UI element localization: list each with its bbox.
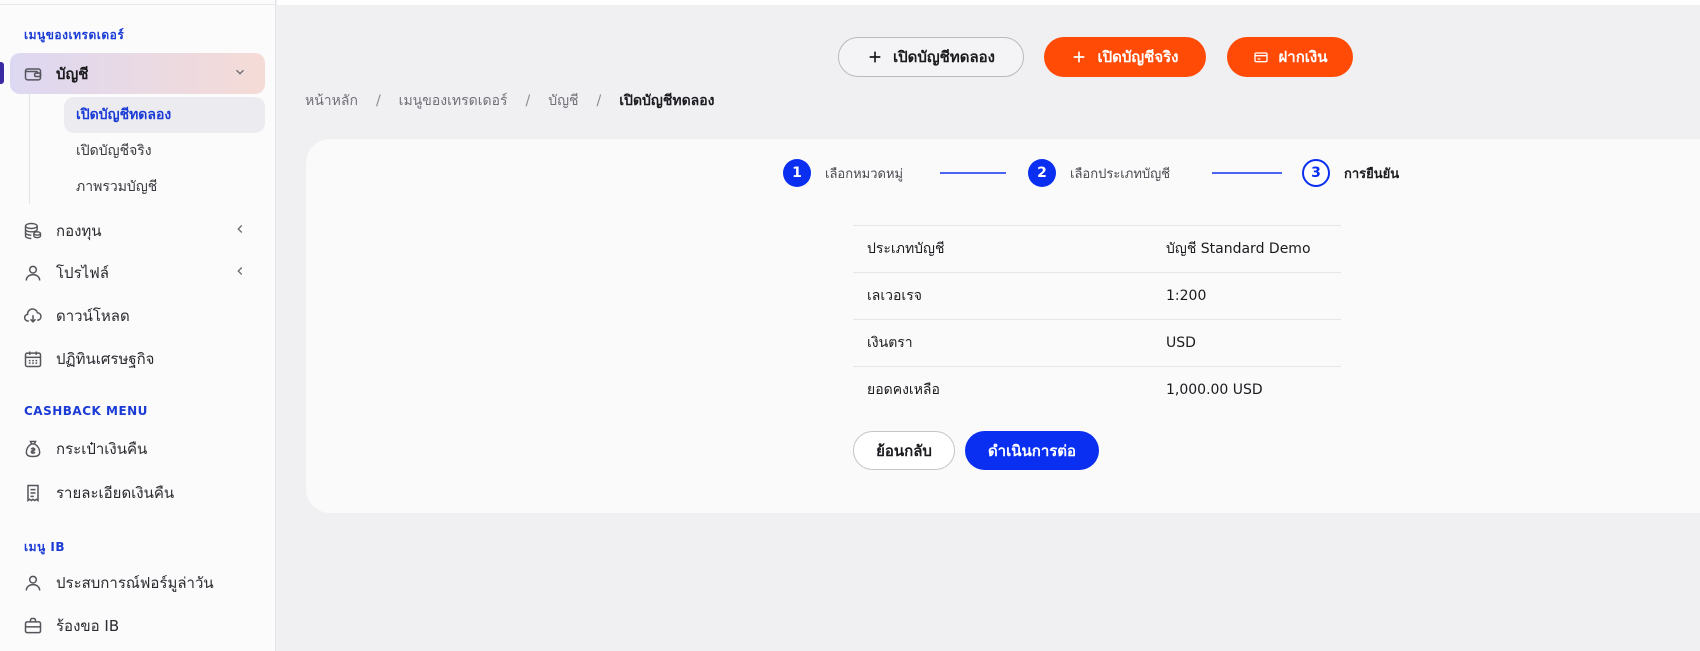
section-cashback-menu: CASHBACK MENU [24,404,148,418]
breadcrumb-current: เปิดบัญชีทดลอง [619,93,715,109]
sidebar-item-label: รายละเอียดเงินคืน [56,483,175,502]
step-number-2: 2 [1028,159,1056,187]
calendar-icon [22,348,44,370]
breadcrumb-account[interactable]: บัญชี [548,90,578,112]
back-button[interactable]: ย้อนกลับ [853,431,955,470]
row-value: 1:200 [1166,288,1207,304]
continue-button[interactable]: ดำเนินการต่อ [965,431,1099,470]
sidebar-item-cashback-details[interactable]: รายละเอียดเงินคืน [10,472,265,513]
coins-icon [22,220,44,242]
deposit-button[interactable]: ฝากเงิน [1227,37,1353,77]
plus-icon [869,51,881,63]
sidebar-item-ib-request[interactable]: ร้องขอ IB [10,605,265,646]
row-key: ยอดคงเหลือ [867,382,940,398]
open-demo-account-label: เปิดบัญชีทดลอง [892,48,996,66]
sidebar-subitem-account-overview[interactable]: ภาพรวมบัญชี [64,169,265,205]
breadcrumb-trader-menu[interactable]: เมนูของเทรดเดอร์ [399,90,508,112]
credit-card-icon [1253,52,1268,63]
row-value: USD [1166,335,1196,351]
section-trader-menu: เมนูของเทรดเดอร์ [24,28,125,42]
table-row: เงินตรา USD [853,319,1341,366]
receipt-icon [22,482,44,504]
step-connector [1212,172,1282,174]
sidebar-item-label: โปรไฟล์ [56,263,109,282]
chevron-left-icon[interactable] [233,222,247,236]
step-label: การยืนยัน [1344,166,1400,182]
sidebar-subitem-open-real[interactable]: เปิดบัญชีจริง [64,133,265,169]
table-row: ยอดคงเหลือ 1,000.00 USD [853,366,1341,413]
step-label: เลือกประเภทบัญชี [1070,166,1171,182]
sidebar-item-label: บัญชี [56,64,89,83]
money-bag-icon [22,438,44,460]
row-value: 1,000.00 USD [1166,382,1263,398]
sidebar-item-ib-experience[interactable]: ประสบการณ์ฟอร์มูล่าวัน [10,562,265,603]
table-row: เลเวอเรจ 1:200 [853,272,1341,319]
briefcase-icon [22,615,44,637]
chevron-down-icon[interactable] [233,65,247,79]
account-summary-table: ประเภทบัญชี บัญชี Standard Demo เลเวอเรจ… [853,225,1341,413]
sidebar-item-download[interactable]: ดาวน์โหลด [10,295,265,336]
breadcrumb: หน้าหลัก / เมนูของเทรดเดอร์ / บัญชี / เป… [305,90,715,112]
row-key: เลเวอเรจ [867,288,922,304]
breadcrumb-separator: / [525,93,531,109]
sidebar-item-label: ร้องขอ IB [56,616,120,635]
sidebar-item-cashback-wallet[interactable]: กระเป๋าเงินคืน [10,428,265,469]
sidebar-item-label: ประสบการณ์ฟอร์มูล่าวัน [56,573,214,592]
sidebar-item-label: ดาวน์โหลด [56,306,130,325]
sidebar-top-divider [0,0,276,5]
open-real-account-label: เปิดบัญชีจริง [1097,48,1179,66]
breadcrumb-separator: / [375,93,381,109]
open-real-account-button[interactable]: เปิดบัญชีจริง [1044,37,1206,77]
active-indicator [0,62,4,84]
sidebar-item-funds[interactable]: กองทุน [10,210,265,251]
step-select-category: 1 เลือกหมวดหมู่ [783,159,903,187]
breadcrumb-home[interactable]: หน้าหลัก [305,90,358,112]
row-key: เงินตรา [867,335,913,351]
cloud-download-icon [22,305,44,327]
sidebar-item-economic-calendar[interactable]: ปฏิทินเศรษฐกิจ [10,338,265,379]
chevron-left-icon[interactable] [233,264,247,278]
row-key: ประเภทบัญชี [867,241,945,257]
sidebar-item-profile[interactable]: โปรไฟล์ [10,252,265,293]
sidebar-item-label: ปฏิทินเศรษฐกิจ [56,349,155,368]
row-value: บัญชี Standard Demo [1166,241,1311,257]
table-row: ประเภทบัญชี บัญชี Standard Demo [853,225,1341,272]
sidebar-subitem-open-demo[interactable]: เปิดบัญชีทดลอง [64,97,265,133]
step-connector [940,172,1006,174]
step-number-3: 3 [1302,159,1330,187]
user-icon [22,262,44,284]
sidebar-item-account[interactable]: บัญชี [10,53,265,94]
step-select-account-type: 2 เลือกประเภทบัญชี [1028,159,1170,187]
step-number-1: 1 [783,159,811,187]
sidebar: เมนูของเทรดเดอร์ บัญชี เปิดบัญชีทดลอง เป… [0,0,276,651]
step-label: เลือกหมวดหมู่ [825,166,904,182]
wallet-icon [22,63,44,85]
plus-icon [1074,51,1085,63]
step-confirmation: 3 การยืนยัน [1302,159,1399,187]
submenu-guide-line [29,92,30,204]
breadcrumb-separator: / [596,93,602,109]
sidebar-item-label: กระเป๋าเงินคืน [56,439,148,458]
deposit-label: ฝากเงิน [1278,48,1328,66]
sidebar-item-label: กองทุน [56,221,102,240]
open-demo-account-button[interactable]: เปิดบัญชีทดลอง [838,37,1024,77]
top-strip [277,0,1700,5]
section-ib-menu: เมนู IB [24,540,66,554]
user-icon [22,572,44,594]
